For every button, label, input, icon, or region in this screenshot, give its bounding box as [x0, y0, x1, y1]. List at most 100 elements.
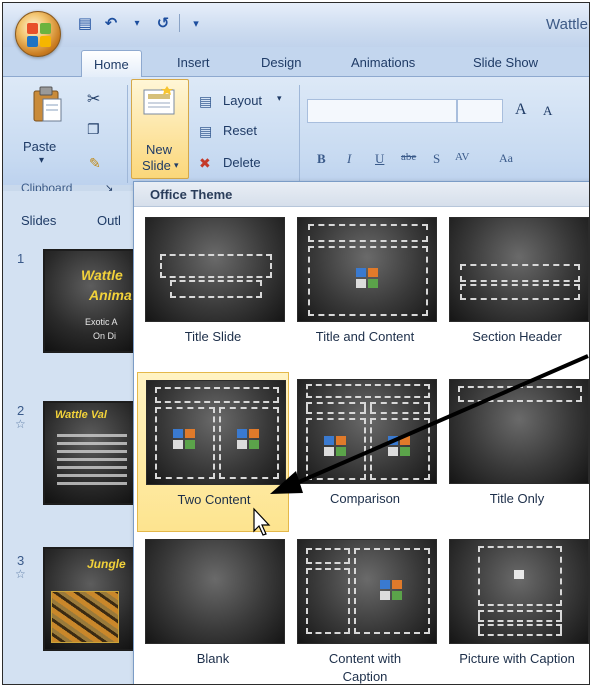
- shadow-button[interactable]: S: [433, 151, 440, 167]
- placeholder: [170, 280, 262, 298]
- italic-button[interactable]: I: [347, 151, 351, 167]
- grow-font-button[interactable]: A: [515, 101, 527, 119]
- new-slide-button[interactable]: New Slide ▾: [131, 79, 189, 179]
- layout-label: Picture with Caption: [459, 651, 575, 666]
- slide-subtitle: On Di: [93, 331, 117, 341]
- redo-icon[interactable]: ↺: [153, 13, 173, 33]
- layout-label: Comparison: [329, 491, 401, 506]
- format-painter-icon[interactable]: ✎: [89, 155, 101, 172]
- content-icons: [173, 429, 197, 451]
- layout-thumbnail: [449, 217, 589, 322]
- slide-thumbnail-1[interactable]: Wattle Anima Exotic A On Di: [43, 249, 138, 353]
- layout-title-slide[interactable]: Title Slide: [137, 210, 289, 370]
- layout-thumbnail: [146, 380, 286, 485]
- layout-content-with-caption[interactable]: Content with Caption: [289, 532, 441, 684]
- tiger-image: [51, 591, 119, 643]
- slide-title: Wattle Val: [55, 409, 107, 421]
- paste-icon[interactable]: [31, 85, 65, 125]
- layout-button[interactable]: Layout: [223, 93, 262, 108]
- placeholder: [478, 610, 562, 622]
- paste-button-label[interactable]: Paste: [23, 139, 56, 154]
- slide-title: Anima: [89, 287, 132, 303]
- copy-icon[interactable]: ❐: [87, 121, 100, 138]
- placeholder: [458, 386, 582, 402]
- ribbon: Paste ▾ ✂ ❐ ✎ Clipboard ↘ New Slide ▾ ▤ …: [3, 77, 589, 195]
- content-icons: [324, 436, 348, 458]
- placeholder: [306, 548, 350, 564]
- layout-icon[interactable]: ▤: [199, 93, 212, 110]
- placeholder: [370, 402, 430, 414]
- layout-dropdown-icon[interactable]: ▾: [277, 93, 282, 104]
- slide-title: Jungle: [87, 557, 126, 571]
- layout-section-header[interactable]: Section Header: [441, 210, 589, 370]
- powerpoint-window: ▤ ↶ ▾ ↺ ▾ Wattle Home Insert Design Anim…: [2, 2, 590, 685]
- delete-button[interactable]: Delete: [223, 155, 261, 170]
- transition-star-icon: ☆: [15, 417, 26, 431]
- new-slide-dropdown-icon: ▾: [174, 160, 179, 170]
- undo-dropdown-icon[interactable]: ▾: [127, 13, 147, 33]
- strikethrough-button[interactable]: abe: [401, 151, 416, 163]
- tab-outline[interactable]: Outl: [97, 213, 121, 228]
- layout-title-only[interactable]: Title Only: [441, 372, 589, 532]
- reset-icon[interactable]: ▤: [199, 123, 212, 140]
- customize-toolbar-icon[interactable]: ▾: [186, 13, 206, 33]
- font-size-combobox[interactable]: [457, 99, 503, 123]
- gallery-heading: Office Theme: [150, 187, 233, 202]
- layout-picture-with-caption[interactable]: Picture with Caption: [441, 532, 589, 684]
- change-case-button[interactable]: Aa: [499, 151, 513, 166]
- slide-thumbnail-3[interactable]: Jungle: [43, 547, 138, 651]
- office-button[interactable]: [15, 11, 61, 57]
- paste-dropdown-icon[interactable]: ▾: [39, 155, 44, 166]
- layout-label: Title and Content: [315, 329, 415, 344]
- placeholder: [306, 568, 350, 634]
- save-icon[interactable]: ▤: [75, 13, 95, 33]
- font-name-combobox[interactable]: [307, 99, 457, 123]
- toolbar-divider: [179, 14, 180, 32]
- reset-button[interactable]: Reset: [223, 123, 257, 138]
- tab-home[interactable]: Home: [81, 50, 142, 78]
- layout-blank[interactable]: Blank: [137, 532, 289, 684]
- shrink-font-button[interactable]: A: [543, 103, 552, 119]
- bold-button[interactable]: B: [317, 151, 326, 167]
- window-title: Wattle: [546, 16, 588, 33]
- slide-number: 1: [17, 251, 25, 266]
- quick-access-toolbar: ▤ ↶ ▾ ↺ ▾: [75, 13, 206, 33]
- layout-label: Content with Caption: [328, 651, 402, 684]
- delete-icon[interactable]: ✖: [199, 155, 211, 172]
- group-divider: [127, 85, 128, 183]
- placeholder: [160, 254, 272, 278]
- tab-insert[interactable]: Insert: [177, 55, 210, 70]
- underline-button[interactable]: U: [375, 151, 384, 167]
- mouse-cursor-icon: [253, 507, 271, 536]
- layout-label: Blank: [196, 651, 230, 666]
- title-bar: ▤ ↶ ▾ ↺ ▾ Wattle: [3, 3, 589, 47]
- layout-label: Section Header: [472, 329, 562, 344]
- layout-comparison[interactable]: Comparison: [289, 372, 441, 532]
- character-spacing-button[interactable]: AV: [455, 151, 469, 163]
- placeholder: [155, 387, 279, 403]
- slide-thumbnail-2[interactable]: Wattle Val: [43, 401, 138, 505]
- new-slide-icon: [143, 86, 175, 115]
- slide-number: 3: [17, 553, 25, 568]
- transition-star-icon: ☆: [15, 567, 26, 581]
- tab-slide-show[interactable]: Slide Show: [473, 55, 538, 70]
- layout-thumbnail: [297, 539, 437, 644]
- group-divider: [299, 85, 300, 183]
- tab-animations[interactable]: Animations: [351, 55, 415, 70]
- placeholder: [460, 284, 580, 300]
- slide-bullets: [57, 429, 127, 490]
- picture-placeholder-icon: [514, 570, 524, 579]
- layout-title-and-content[interactable]: Title and Content: [289, 210, 441, 370]
- placeholder: [306, 402, 366, 414]
- layout-thumbnail: [297, 217, 437, 322]
- undo-icon[interactable]: ↶: [101, 13, 121, 33]
- slide-subtitle: Exotic A: [85, 317, 118, 327]
- placeholder: [308, 224, 428, 242]
- cut-icon[interactable]: ✂: [87, 89, 100, 109]
- content-icons: [380, 580, 404, 602]
- placeholder: [306, 384, 430, 398]
- tab-slides[interactable]: Slides: [21, 213, 56, 228]
- slide-title: Wattle: [81, 267, 123, 283]
- new-slide-label: New: [146, 142, 173, 157]
- tab-design[interactable]: Design: [261, 55, 301, 70]
